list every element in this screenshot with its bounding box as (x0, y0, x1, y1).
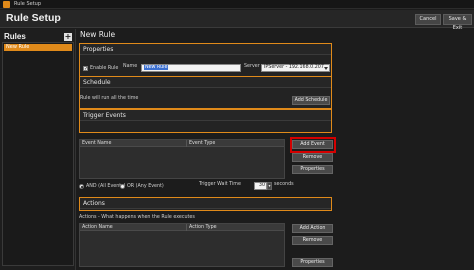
rule-list-item[interactable]: New Rule (4, 44, 72, 51)
rule-name-input[interactable]: New Rule (141, 64, 241, 72)
properties-heading: Properties (80, 44, 331, 55)
add-schedule-button[interactable]: Add Schedule (292, 96, 330, 105)
page-header: Rule Setup Cancel Save & Exit (0, 10, 474, 31)
rules-sidebar: Rules + New Rule (0, 29, 76, 270)
remove-event-button[interactable]: Remove (292, 153, 333, 162)
actions-section: Actions (79, 197, 332, 211)
wait-time-stepper[interactable]: ▾ (267, 182, 272, 190)
trigger-events-heading: Trigger Events (80, 110, 331, 121)
actions-subtext: Actions - What happens when the Rule exe… (79, 215, 195, 220)
name-label: Name (123, 64, 138, 69)
action-name-column: Action Name (82, 225, 113, 230)
rules-list: New Rule (2, 42, 74, 266)
trigger-events-section: Trigger Events (79, 109, 332, 133)
actions-grid-header: Action Name Action Type (80, 224, 284, 231)
rules-heading: Rules (4, 32, 26, 41)
wait-time-input[interactable]: 30 (254, 182, 267, 190)
rule-editor: New Rule Properties ✓ Enable Rule Name N… (77, 29, 474, 270)
actions-grid[interactable]: Action Name Action Type (79, 223, 285, 267)
event-type-column: Event Type (189, 141, 216, 146)
server-select-value: IPServer - 192.168.0.207 (264, 65, 324, 70)
plus-icon[interactable]: + (64, 33, 72, 41)
cancel-button[interactable]: Cancel (415, 14, 441, 25)
remove-action-button[interactable]: Remove (292, 236, 333, 245)
add-action-button[interactable]: Add Action (292, 224, 333, 233)
or-label: OR (Any Event) (127, 184, 164, 189)
trigger-wait-label: Trigger Wait Time (199, 182, 241, 187)
rule-name-value: New Rule (144, 65, 169, 70)
app-logo-icon (3, 1, 10, 8)
or-radio[interactable] (120, 184, 125, 189)
events-grid[interactable]: Event Name Event Type (79, 139, 285, 179)
action-type-column: Action Type (189, 225, 217, 230)
schedule-heading: Schedule (80, 77, 331, 88)
schedule-text: Rule will run all the time (80, 96, 139, 101)
actions-heading: Actions (80, 198, 331, 209)
page-title: Rule Setup (6, 12, 61, 24)
events-grid-header: Event Name Event Type (80, 140, 284, 147)
event-properties-button[interactable]: Properties (292, 165, 333, 174)
chevron-down-icon (324, 67, 328, 70)
action-properties-button[interactable]: Properties (292, 258, 333, 267)
wait-unit-label: seconds (274, 182, 294, 187)
save-exit-button[interactable]: Save & Exit (443, 14, 472, 31)
rule-title: New Rule (80, 30, 116, 39)
add-event-button[interactable]: Add Event (292, 140, 333, 149)
enable-rule-checkbox[interactable]: ✓ (83, 66, 88, 72)
and-radio[interactable] (79, 184, 84, 189)
window-titlebar: Rule Setup (0, 0, 474, 9)
event-name-column: Event Name (82, 141, 112, 146)
server-label: Server (244, 64, 260, 69)
server-select[interactable]: IPServer - 192.168.0.207 (261, 64, 330, 72)
enable-rule-label: Enable Rule (90, 66, 119, 71)
window-title: Rule Setup (14, 1, 42, 7)
